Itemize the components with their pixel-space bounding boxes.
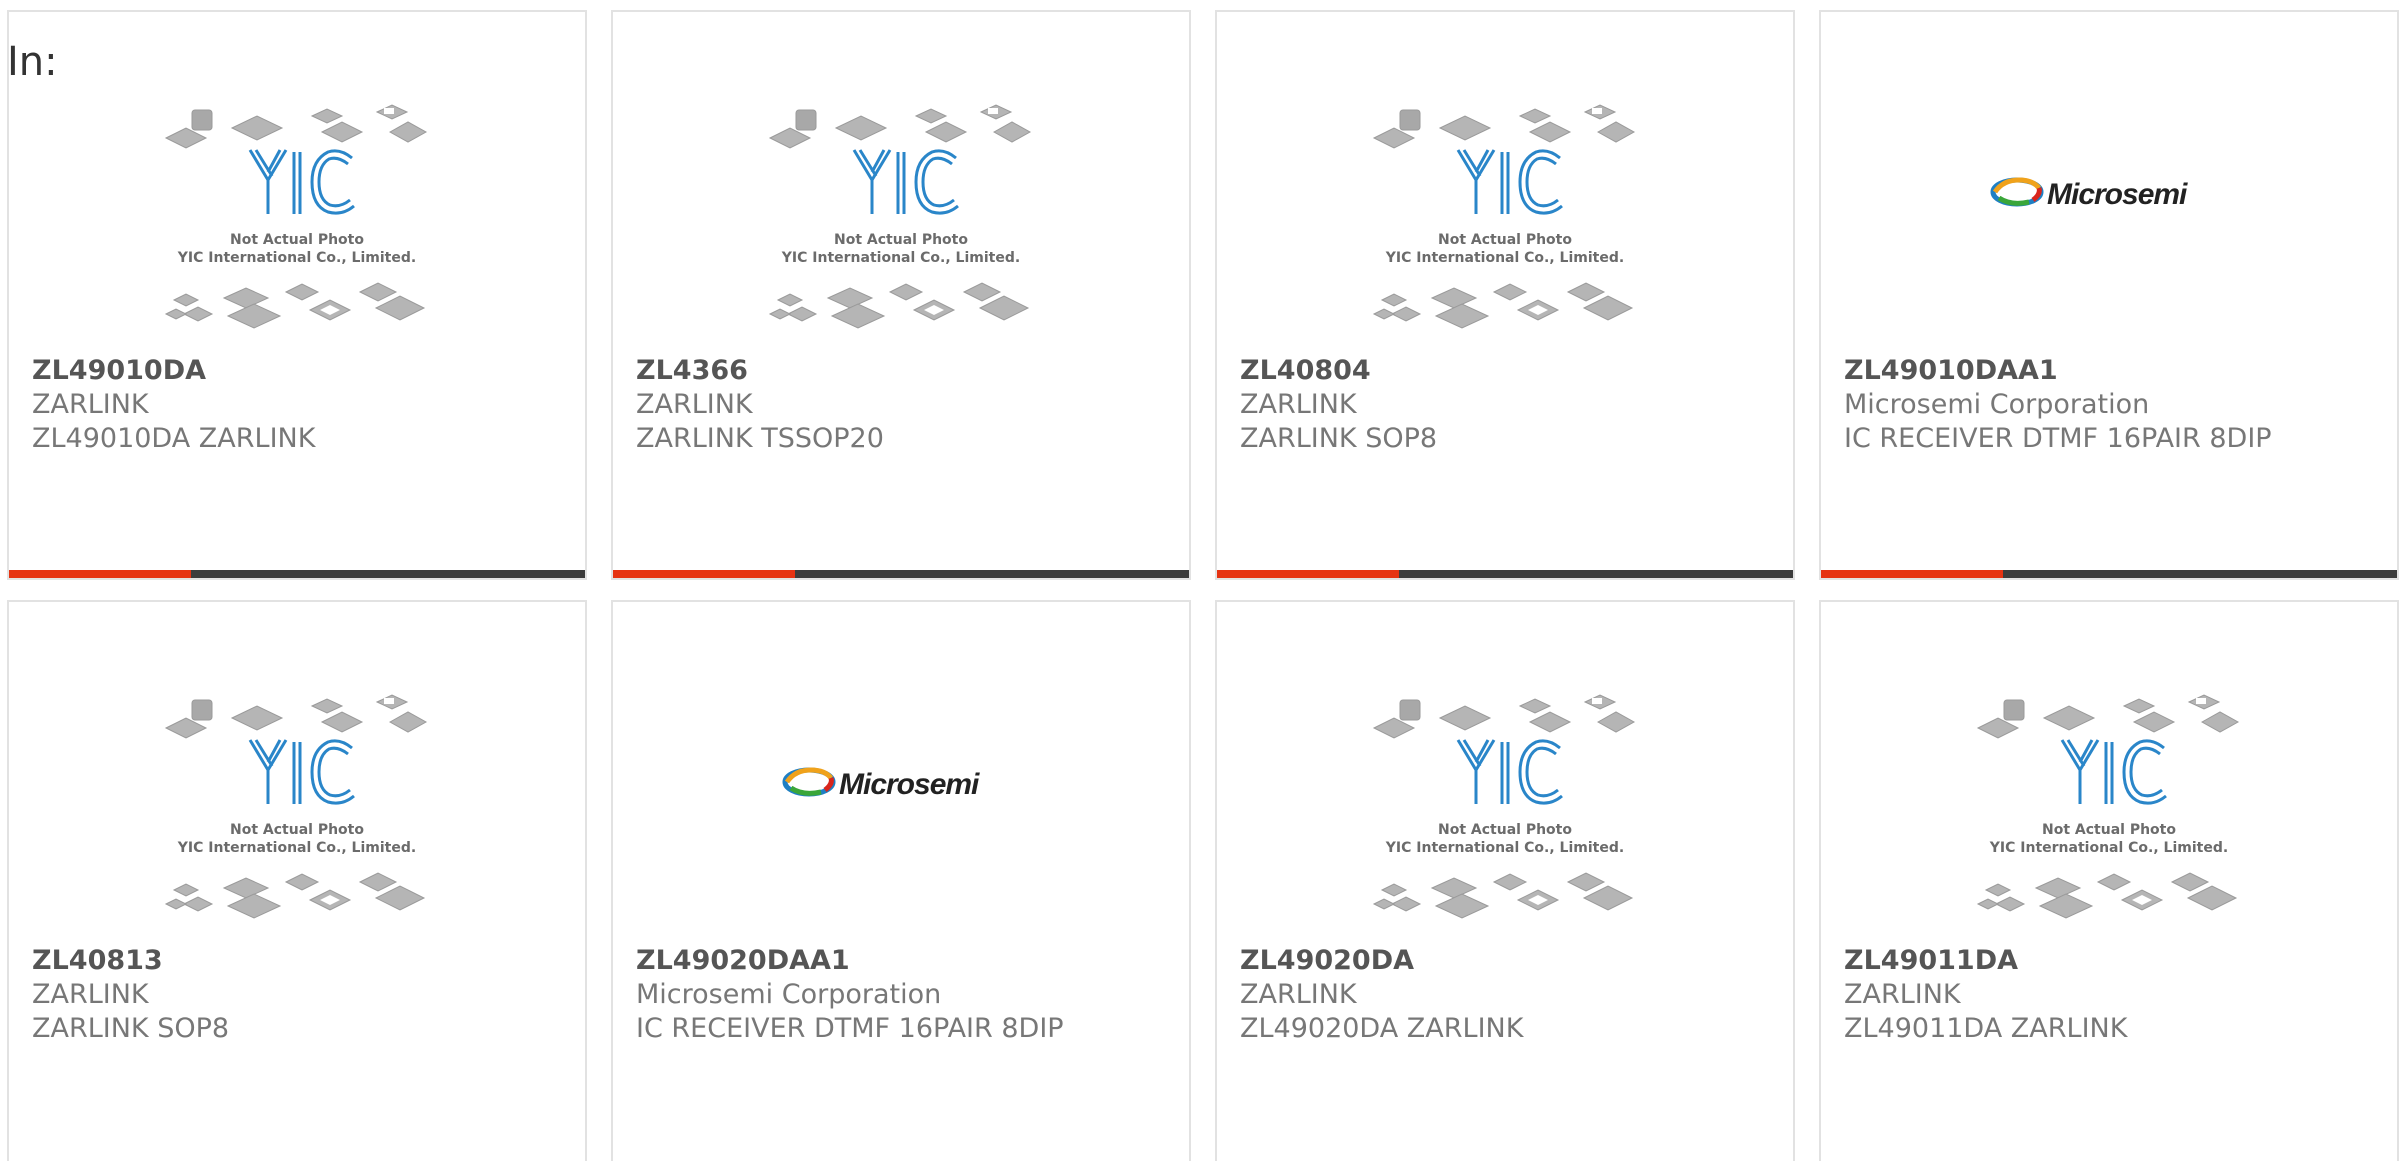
placeholder-line2: YIC International Co., Limited. xyxy=(1989,840,2228,856)
placeholder-line1: Not Actual Photo xyxy=(230,822,364,838)
product-image[interactable]: Not Actual Photo YIC International Co., … xyxy=(613,92,1189,352)
manufacturer-name: ZARLINK xyxy=(1240,389,1357,420)
card-bottom-bar xyxy=(613,570,1189,578)
placeholder-line2: YIC International Co., Limited. xyxy=(781,250,1020,266)
manufacturer-name: Microsemi Corporation xyxy=(636,979,942,1010)
placeholder-line2: YIC International Co., Limited. xyxy=(1385,250,1624,266)
product-description: ZARLINK SOP8 xyxy=(32,1013,230,1044)
manufacturer-name: ZARLINK xyxy=(636,389,753,420)
microsemi-swirl-icon xyxy=(1990,177,2044,207)
product-description: ZL49010DA ZARLINK xyxy=(32,423,316,454)
part-number-link[interactable]: ZL49020DAA1 xyxy=(636,944,1177,978)
product-image[interactable]: Not Actual Photo YIC International Co., … xyxy=(9,682,585,942)
yic-logo-icon xyxy=(248,739,355,805)
manufacturer-name: ZARLINK xyxy=(32,979,149,1010)
manufacturer-name: Microsemi Corporation xyxy=(1844,389,2150,420)
microsemi-logo-image: Microsemi xyxy=(782,767,981,801)
yic-logo-icon xyxy=(1456,739,1563,805)
product-description: IC RECEIVER DTMF 16PAIR 8DIP xyxy=(1844,423,2272,454)
product-info: ZL49010DAA1 Microsemi Corporation IC RECEI… xyxy=(1844,354,2385,456)
in-label: In: xyxy=(7,39,58,85)
product-info: ZL40804 ZARLINK ZARLINK SOP8 xyxy=(1240,354,1781,456)
yic-placeholder-image: Not Actual Photo YIC International Co., … xyxy=(164,104,428,329)
placeholder-line1: Not Actual Photo xyxy=(1438,232,1572,248)
part-number-link[interactable]: ZL49010DAA1 xyxy=(1844,354,2385,388)
product-image[interactable]: Not Actual Photo YIC International Co., … xyxy=(9,92,585,352)
product-card[interactable]: Not Actual Photo YIC International Co., … xyxy=(7,10,587,580)
product-card[interactable]: Not Actual Photo YIC International Co., … xyxy=(1819,600,2399,1161)
yic-logo-icon xyxy=(1456,149,1563,215)
placeholder-line2: YIC International Co., Limited. xyxy=(177,250,416,266)
yic-logo-icon xyxy=(2060,739,2167,805)
yic-placeholder-image: Not Actual Photo YIC International Co., … xyxy=(1976,694,2240,919)
yic-placeholder-image: Not Actual Photo YIC International Co., … xyxy=(768,104,1032,329)
part-number-link[interactable]: ZL49011DA xyxy=(1844,944,2385,978)
product-description: ZL49020DA ZARLINK xyxy=(1240,1013,1524,1044)
product-image[interactable]: Not Actual Photo YIC International Co., … xyxy=(1821,682,2397,942)
part-number-link[interactable]: ZL40804 xyxy=(1240,354,1781,388)
product-info: ZL49010DA ZARLINK ZL49010DA ZARLINK xyxy=(32,354,573,456)
yic-placeholder-image: Not Actual Photo YIC International Co., … xyxy=(164,694,428,919)
part-number-link[interactable]: ZL49020DA xyxy=(1240,944,1781,978)
manufacturer-name: ZARLINK xyxy=(1240,979,1357,1010)
product-description: IC RECEIVER DTMF 16PAIR 8DIP xyxy=(636,1013,1064,1044)
product-info: ZL49011DA ZARLINK ZL49011DA ZARLINK xyxy=(1844,944,2385,1046)
product-card[interactable]: Microsemi ZL49020DAA1 Microsemi Corporati… xyxy=(611,600,1191,1161)
card-accent-bar xyxy=(9,570,191,578)
product-grid-page: In: Not Actual Photo YIC International C… xyxy=(0,0,2400,1161)
card-accent-bar xyxy=(1821,570,2003,578)
product-image[interactable]: Not Actual Photo YIC International Co., … xyxy=(1217,92,1793,352)
manufacturer-name: ZARLINK xyxy=(1844,979,1961,1010)
microsemi-swirl-icon xyxy=(782,767,836,797)
product-image[interactable]: Microsemi xyxy=(613,732,1189,832)
manufacturer-name: ZARLINK xyxy=(32,389,149,420)
product-info: ZL40813 ZARLINK ZARLINK SOP8 xyxy=(32,944,573,1046)
card-bottom-bar xyxy=(9,570,585,578)
card-accent-bar xyxy=(613,570,795,578)
product-card[interactable]: Not Actual Photo YIC International Co., … xyxy=(1215,10,1795,580)
microsemi-wordmark: Microsemi xyxy=(2047,178,2188,211)
part-number-link[interactable]: ZL4366 xyxy=(636,354,1177,388)
placeholder-line2: YIC International Co., Limited. xyxy=(1385,840,1624,856)
placeholder-line1: Not Actual Photo xyxy=(230,232,364,248)
product-image[interactable]: Not Actual Photo YIC International Co., … xyxy=(1217,682,1793,942)
part-number-link[interactable]: ZL49010DA xyxy=(32,354,573,388)
product-description: ZARLINK TSSOP20 xyxy=(636,423,884,454)
placeholder-line2: YIC International Co., Limited. xyxy=(177,840,416,856)
product-image[interactable]: Microsemi xyxy=(1821,142,2397,242)
microsemi-logo-image: Microsemi xyxy=(1990,177,2189,211)
yic-placeholder-image: Not Actual Photo YIC International Co., … xyxy=(1372,104,1636,329)
microsemi-wordmark: Microsemi xyxy=(839,768,980,801)
placeholder-line1: Not Actual Photo xyxy=(1438,822,1572,838)
product-card[interactable]: Not Actual Photo YIC International Co., … xyxy=(1215,600,1795,1161)
yic-placeholder-image: Not Actual Photo YIC International Co., … xyxy=(1372,694,1636,919)
part-number-link[interactable]: ZL40813 xyxy=(32,944,573,978)
card-bottom-bar xyxy=(1821,570,2397,578)
card-accent-bar xyxy=(1217,570,1399,578)
product-grid: Not Actual Photo YIC International Co., … xyxy=(7,10,2400,1161)
placeholder-line1: Not Actual Photo xyxy=(2042,822,2176,838)
card-bottom-bar xyxy=(1217,570,1793,578)
product-card[interactable]: Not Actual Photo YIC International Co., … xyxy=(7,600,587,1161)
placeholder-line1: Not Actual Photo xyxy=(834,232,968,248)
product-description: ZL49011DA ZARLINK xyxy=(1844,1013,2128,1044)
product-description: ZARLINK SOP8 xyxy=(1240,423,1438,454)
yic-logo-icon xyxy=(852,149,959,215)
yic-logo-icon xyxy=(248,149,355,215)
product-card[interactable]: Not Actual Photo YIC International Co., … xyxy=(611,10,1191,580)
product-info: ZL49020DA ZARLINK ZL49020DA ZARLINK xyxy=(1240,944,1781,1046)
product-info: ZL4366 ZARLINK ZARLINK TSSOP20 xyxy=(636,354,1177,456)
product-card[interactable]: Microsemi ZL49010DAA1 Microsemi Corporati… xyxy=(1819,10,2399,580)
product-info: ZL49020DAA1 Microsemi Corporation IC RECEI… xyxy=(636,944,1177,1046)
